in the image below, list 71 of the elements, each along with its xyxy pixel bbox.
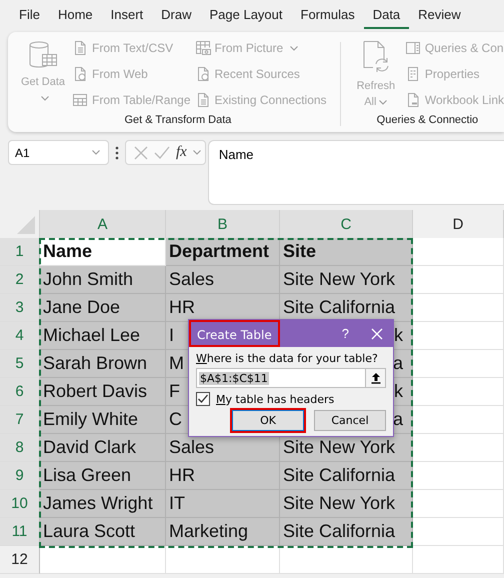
document-icon	[72, 66, 88, 82]
name-box[interactable]: A1	[8, 140, 109, 165]
table-cell: Marketing	[166, 518, 280, 546]
table-cell: Department	[166, 238, 280, 266]
table-cell: Site California	[280, 518, 413, 546]
formula-field[interactable]: Name	[208, 140, 504, 205]
table-cell: Sales	[166, 434, 280, 462]
ribbon-tab[interactable]: Review	[409, 3, 470, 29]
table-cell: Robert Davis	[40, 378, 166, 406]
table-cell: Lisa Green	[40, 462, 166, 490]
ribbon-tab[interactable]: Draw	[152, 3, 200, 29]
table-cell: HR	[166, 462, 280, 490]
table-cell: Site New York	[280, 490, 413, 518]
close-icon[interactable]	[371, 328, 383, 340]
row-header[interactable]: 12	[0, 546, 40, 574]
row-header[interactable]: 11	[0, 518, 40, 546]
table-icon	[72, 92, 88, 108]
more-icon[interactable]	[115, 146, 119, 160]
row-header[interactable]: 1	[0, 238, 40, 266]
chevron-down-icon	[192, 150, 201, 155]
group-label: Get & Transform Data	[123, 114, 232, 126]
checkbox[interactable]	[196, 392, 210, 406]
row-header[interactable]: 3	[0, 294, 40, 322]
table-cell: James Wright	[40, 490, 166, 518]
table-cell: Jane Doe	[40, 294, 166, 322]
column-header[interactable]: D	[413, 210, 504, 238]
row-header[interactable]: 7	[0, 406, 40, 434]
table-cell: Sales	[166, 266, 280, 294]
table-cell: John Smith	[40, 266, 166, 294]
table-cell: Site California	[280, 462, 413, 490]
table-cell: Site California	[280, 294, 413, 322]
row-header[interactable]: 6	[0, 378, 40, 406]
dialog-button[interactable]: OK	[232, 410, 304, 431]
table-cell: HR	[166, 294, 280, 322]
group-label: Queries & Connectio	[376, 114, 480, 126]
ribbon-tab[interactable]: Home	[48, 3, 102, 29]
table-camera-icon	[194, 40, 210, 56]
row-header[interactable]: 8	[0, 434, 40, 462]
dialog-button[interactable]: Cancel	[314, 410, 386, 431]
table-cell: Site New York	[280, 266, 413, 294]
table-cell: Site	[280, 238, 413, 266]
table-cell: Sarah Brown	[40, 350, 166, 378]
column-header[interactable]: B	[166, 210, 280, 238]
ribbon-tab[interactable]: Page Layout	[200, 3, 292, 29]
dialog-title: Create Table	[189, 320, 280, 347]
table-cell: Laura Scott	[40, 518, 166, 546]
table-cell: Emily White	[40, 406, 166, 434]
table-cell: Michael Lee	[40, 322, 166, 350]
ribbon-tab[interactable]: Data	[364, 3, 410, 29]
ribbon-tab[interactable]: Formulas	[292, 3, 364, 29]
row-header[interactable]: 5	[0, 350, 40, 378]
column-header[interactable]: C	[280, 210, 413, 238]
table-cell: IT	[166, 490, 280, 518]
help-button[interactable]: ?	[342, 326, 349, 341]
table-cell: David Clark	[40, 434, 166, 462]
panel-icon	[404, 40, 421, 56]
insert-function-button[interactable]: fx	[176, 144, 187, 161]
refresh-document-icon	[360, 40, 391, 74]
document-icon	[72, 40, 88, 56]
ribbon-tab[interactable]: File	[10, 3, 49, 29]
column-header[interactable]: A	[40, 210, 166, 238]
database-table-icon	[28, 40, 58, 70]
row-header[interactable]: 2	[0, 266, 40, 294]
row-header[interactable]: 10	[0, 490, 40, 518]
corner-triangle-icon	[16, 215, 36, 235]
row-header[interactable]: 4	[0, 322, 40, 350]
check-icon[interactable]	[154, 146, 170, 160]
ribbon-tab[interactable]: Insert	[102, 3, 152, 29]
chevron-down-icon	[92, 150, 100, 155]
row-header[interactable]: 9	[0, 462, 40, 490]
table-cell: Site New York	[280, 434, 413, 462]
